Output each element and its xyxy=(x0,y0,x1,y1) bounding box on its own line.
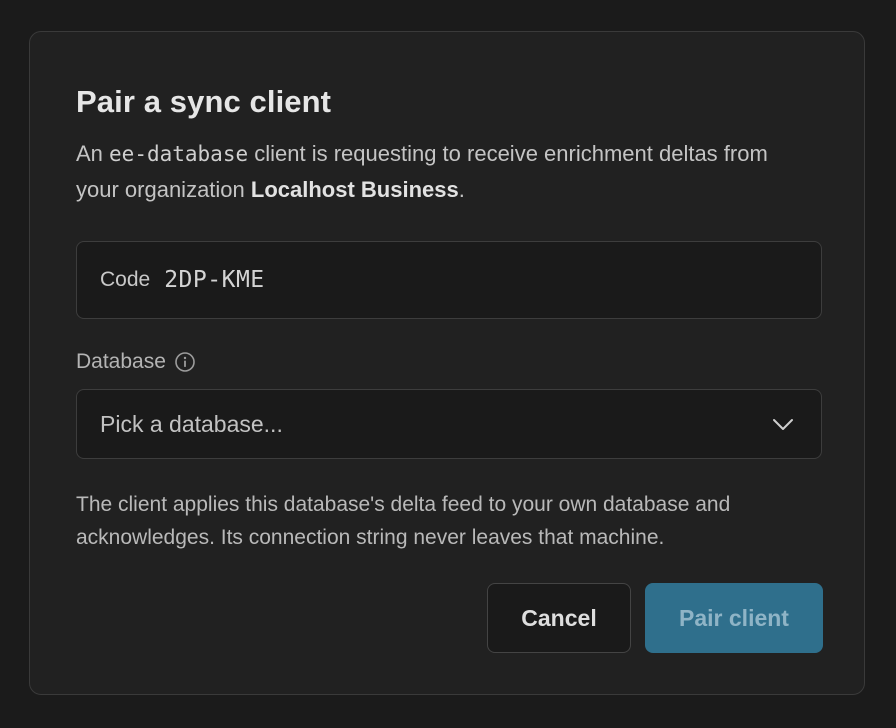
database-select[interactable]: Pick a database... xyxy=(76,389,822,459)
code-label: Code xyxy=(100,268,151,291)
chevron-down-icon xyxy=(771,412,795,436)
database-label: Database xyxy=(76,350,166,373)
pair-client-dialog: Pair a sync client An ee-database client… xyxy=(29,31,865,695)
info-icon[interactable] xyxy=(174,351,196,373)
description-prefix: An xyxy=(76,141,110,166)
database-select-placeholder: Pick a database... xyxy=(100,410,283,437)
description-suffix: . xyxy=(458,177,465,202)
dialog-description: An ee-database client is requesting to r… xyxy=(76,136,796,208)
dialog-title: Pair a sync client xyxy=(76,84,332,119)
client-name: ee-database xyxy=(109,142,249,166)
database-label-row: Database xyxy=(76,350,196,374)
pairing-code-box: Code 2DP-KME xyxy=(76,241,822,319)
code-value: 2DP-KME xyxy=(164,267,265,293)
pair-client-button[interactable]: Pair client xyxy=(645,583,823,653)
cancel-button[interactable]: Cancel xyxy=(487,583,631,653)
helper-text: The client applies this database's delta… xyxy=(76,493,731,549)
organization-name: Localhost Business xyxy=(250,177,459,202)
